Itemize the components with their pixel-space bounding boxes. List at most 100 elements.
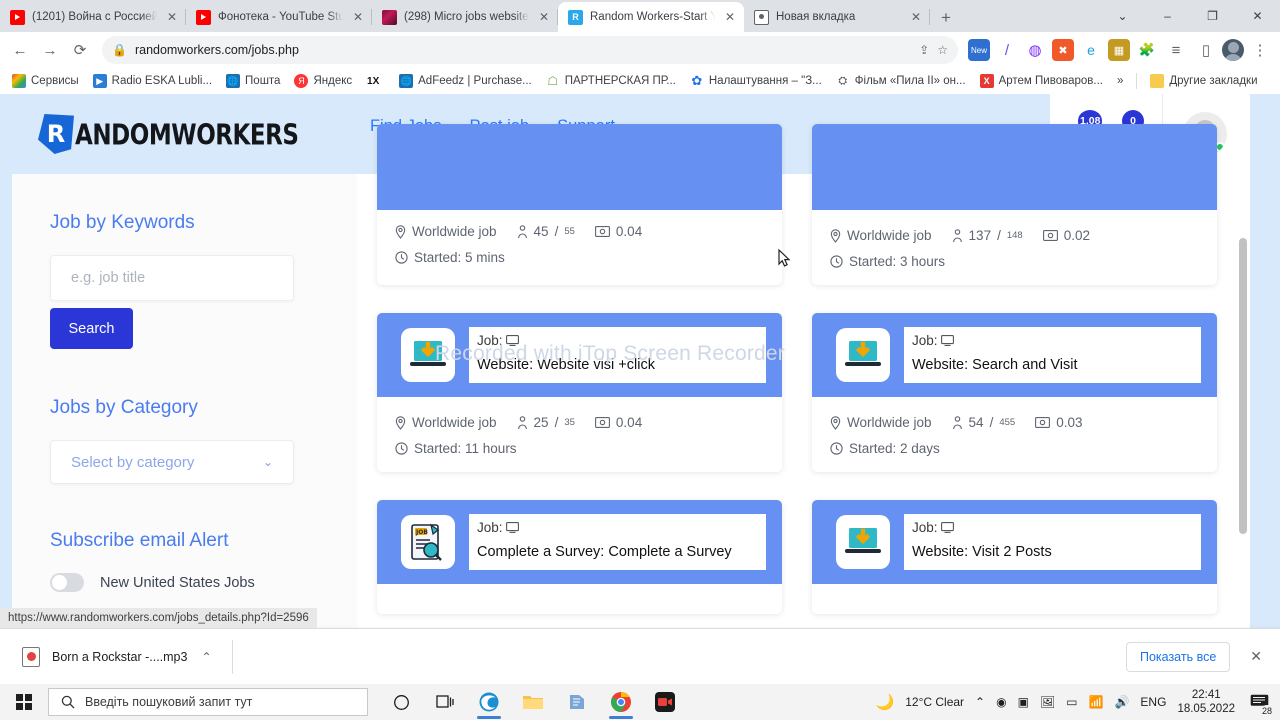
- show-all-downloads-button[interactable]: Показать все: [1125, 641, 1231, 672]
- job-location: Worldwide job: [830, 228, 932, 243]
- bookmark-item-7[interactable]: ✿ Налаштування – "З...: [684, 72, 828, 90]
- maximize-button[interactable]: ❐: [1190, 0, 1235, 32]
- bookmark-label: Налаштування – "З...: [708, 75, 822, 87]
- weather-label[interactable]: 12°C Clear: [905, 695, 964, 709]
- site-logo[interactable]: R ANDOMWORKERS: [38, 114, 318, 154]
- bookmark-item-2[interactable]: 🌐 Пошта: [220, 72, 286, 90]
- edge-ext-icon[interactable]: e: [1080, 39, 1102, 61]
- job-card-row-2: Job: Website: Website visi +click Worldw…: [377, 313, 1236, 472]
- browser-toolbar: ← → ⟳ 🔒 randomworkers.com/jobs.php ⇪ ☆ N…: [0, 32, 1280, 68]
- job-meta-primary: Worldwide job 45/55 0.04: [395, 224, 782, 239]
- job-card-row-3: JOB Job: Complete a Survey: Complete a S…: [377, 500, 1236, 614]
- sidepanel-icon[interactable]: ▯: [1192, 36, 1220, 64]
- browser-tab-1[interactable]: Фонотека - YouTube Studio ✕: [186, 2, 372, 32]
- download-menu-icon[interactable]: ⌃: [201, 650, 211, 664]
- money-icon: [594, 226, 610, 237]
- bookmarks-overflow-button[interactable]: »: [1111, 73, 1129, 89]
- scrollbar-thumb[interactable]: [1239, 238, 1247, 534]
- notifications-button[interactable]: 28: [1246, 689, 1274, 717]
- status-bar-url: https://www.randomworkers.com/jobs_detai…: [0, 608, 317, 628]
- share-icon[interactable]: ⇪: [919, 43, 929, 57]
- reading-list-icon[interactable]: ≡: [1162, 36, 1190, 64]
- tab-close-icon[interactable]: ✕: [908, 10, 924, 24]
- wifi-icon[interactable]: 📶: [1089, 695, 1104, 709]
- language-indicator[interactable]: ENG: [1140, 695, 1166, 709]
- bookmark-item-5[interactable]: 🌐 AdFeedz | Purchase...: [393, 72, 538, 90]
- category-select[interactable]: Select by category ⌄: [50, 440, 294, 484]
- tab-close-icon[interactable]: ✕: [536, 10, 552, 24]
- new-ext-icon[interactable]: New: [968, 39, 990, 61]
- job-card-0[interactable]: Worldwide job 45/55 0.04 Started: 5 mins: [377, 124, 782, 285]
- randomworkers-icon: R: [568, 9, 583, 25]
- pen-ext-icon[interactable]: /: [996, 39, 1018, 61]
- bookmark-item-1[interactable]: ▶ Radio ESKA Lubli...: [87, 72, 218, 90]
- tab-close-icon[interactable]: ✕: [722, 10, 738, 24]
- edge-icon[interactable]: [470, 685, 508, 719]
- job-price: 0.02: [1042, 228, 1090, 243]
- volume-icon[interactable]: 🔊: [1114, 695, 1129, 709]
- purple-ext-icon[interactable]: ◍: [1024, 39, 1046, 61]
- file-explorer-icon[interactable]: [514, 685, 552, 719]
- bookmark-item-6[interactable]: ☖ ПАРТНЕРСКАЯ ПР...: [540, 72, 682, 90]
- job-card-4[interactable]: JOB Job: Complete a Survey: Complete a S…: [377, 500, 782, 614]
- browser-tab-4[interactable]: Новая вкладка ✕: [744, 2, 930, 32]
- job-meta-secondary: Started: 11 hours: [395, 441, 782, 456]
- pin-icon: [395, 224, 406, 239]
- job-card-2[interactable]: Job: Website: Website visi +click Worldw…: [377, 313, 782, 472]
- close-shelf-button[interactable]: ✕: [1244, 648, 1268, 665]
- browser-tab-0[interactable]: (1201) Война с Россией СТР ✕: [0, 2, 186, 32]
- job-location: Worldwide job: [395, 224, 497, 239]
- filters-sidebar: Job by Keywords e.g. job title Search Jo…: [12, 174, 357, 628]
- taskbar-search-input[interactable]: Введіть пошуковий запит тут: [48, 688, 368, 716]
- browser-tab-3[interactable]: R Random Workers-Start Your ✕: [558, 2, 744, 32]
- download-item[interactable]: Born a Rockstar -....mp3 ⌃: [12, 646, 212, 667]
- puzzle-ext-icon[interactable]: 🧩: [1136, 39, 1158, 61]
- chrome-icon[interactable]: [602, 685, 640, 719]
- forward-button[interactable]: →: [36, 36, 64, 64]
- tab-close-icon[interactable]: ✕: [164, 10, 180, 24]
- cortana-icon[interactable]: [382, 685, 420, 719]
- browser-tab-2[interactable]: (298) Micro jobs website ✕: [372, 2, 558, 32]
- gold-ext-icon[interactable]: ▦: [1108, 39, 1130, 61]
- record-icon[interactable]: ◉: [996, 695, 1006, 709]
- toggle-new-us-jobs[interactable]: [50, 573, 84, 592]
- camera-icon[interactable]: ▣: [1018, 695, 1029, 709]
- job-location-label: Worldwide job: [412, 415, 497, 430]
- job-card-info: Job: Website: Website visi +click: [469, 327, 766, 383]
- close-window-button[interactable]: ✕: [1235, 0, 1280, 32]
- new-tab-button[interactable]: +: [932, 4, 960, 32]
- tab-close-icon[interactable]: ✕: [350, 10, 366, 24]
- clock[interactable]: 22:41 18.05.2022: [1177, 688, 1235, 717]
- profile-avatar[interactable]: [1222, 39, 1244, 61]
- itop-recorder-icon[interactable]: [646, 685, 684, 719]
- tab-search-icon[interactable]: ⌄: [1100, 0, 1145, 32]
- money-icon: [1042, 230, 1058, 241]
- task-view-icon[interactable]: [426, 685, 464, 719]
- job-card-5[interactable]: Job: Website: Visit 2 Posts: [812, 500, 1217, 614]
- 1x-icon: 1X: [366, 74, 381, 88]
- book-icon[interactable]: [558, 685, 596, 719]
- bookmark-item-0[interactable]: Сервисы: [6, 72, 85, 90]
- other-bookmarks-folder[interactable]: Другие закладки: [1144, 72, 1263, 90]
- bookmark-item-3[interactable]: Я Яндекс: [288, 72, 358, 90]
- menu-icon[interactable]: ⋮: [1246, 36, 1274, 64]
- back-button[interactable]: ←: [6, 36, 34, 64]
- job-card-3[interactable]: Job: Website: Search and Visit Worldwide…: [812, 313, 1217, 472]
- bookmark-item-9[interactable]: X Артем Пивоваров...: [974, 72, 1109, 90]
- orange-ext-icon[interactable]: ✖: [1052, 39, 1074, 61]
- screenshot-icon[interactable]: 🖼: [1040, 695, 1055, 709]
- reload-button[interactable]: ⟳: [66, 36, 94, 64]
- chevron-down-icon: ⌄: [262, 455, 273, 469]
- page-scrollbar[interactable]: [1235, 174, 1250, 628]
- bookmark-item-4[interactable]: 1X: [360, 72, 391, 90]
- search-button[interactable]: Search: [50, 308, 133, 349]
- minimize-button[interactable]: –: [1145, 0, 1190, 32]
- bookmark-item-8[interactable]: ⛭ Фільм «Пила II» он...: [830, 72, 972, 90]
- search-input[interactable]: e.g. job title: [50, 255, 294, 301]
- tray-overflow-icon[interactable]: ⌃: [975, 695, 985, 709]
- star-icon[interactable]: ☆: [937, 43, 948, 57]
- battery-icon[interactable]: ▭: [1066, 695, 1077, 709]
- start-button[interactable]: [0, 684, 48, 720]
- job-card-1[interactable]: Worldwide job 137/148 0.02 Started: 3 ho…: [812, 124, 1217, 285]
- address-bar[interactable]: 🔒 randomworkers.com/jobs.php ⇪ ☆: [102, 36, 958, 64]
